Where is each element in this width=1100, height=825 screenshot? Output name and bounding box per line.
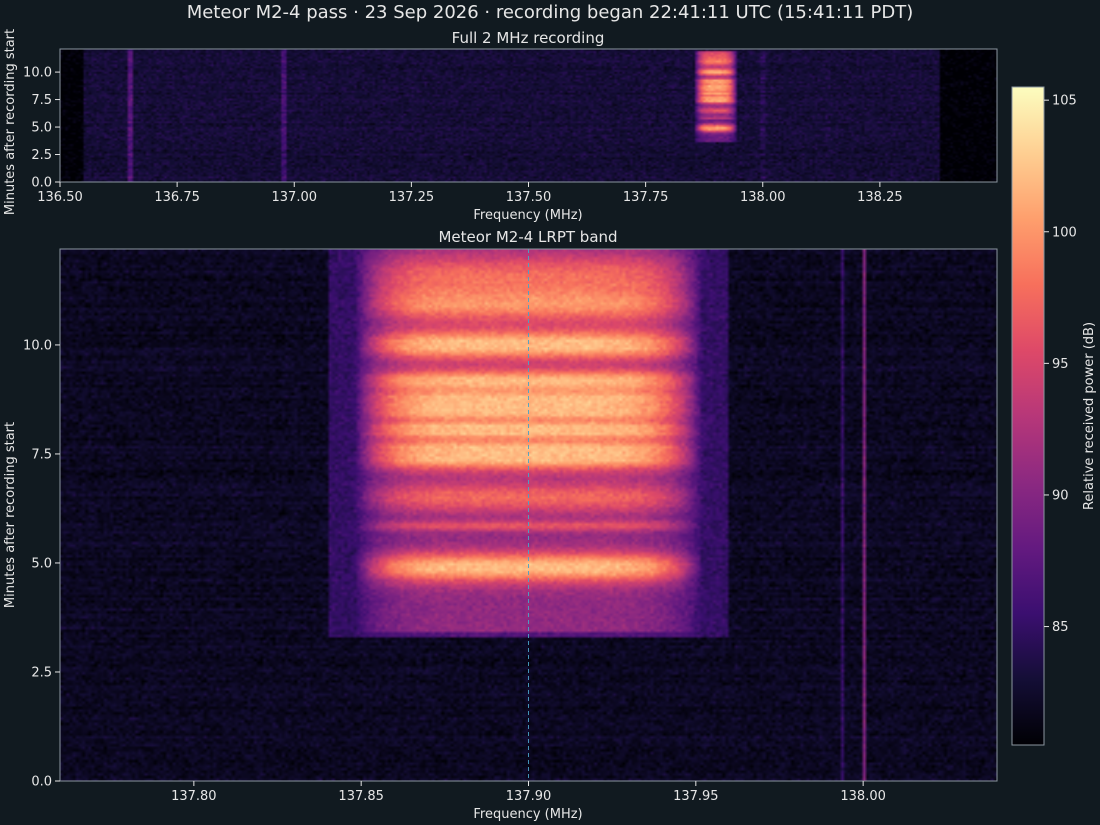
- figure-title: Meteor M2-4 pass · 23 Sep 2026 · recordi…: [187, 2, 914, 23]
- top-xtick-label: 137.25: [389, 190, 435, 205]
- bottom-y-axis-label: Minutes after recording start: [3, 422, 18, 608]
- top-y-axis-ticks: 0.0 2.5 5.0 7.5 10.0: [23, 66, 60, 191]
- top-xtick-label: 137.50: [506, 190, 552, 205]
- top-plot-title: Full 2 MHz recording: [452, 29, 605, 47]
- colorbar-gradient: [1012, 87, 1044, 745]
- top-heatmap-image: [60, 49, 997, 182]
- top-spectrogram: [59, 48, 998, 183]
- colorbar-label: Relative received power (dB): [1082, 322, 1097, 510]
- colorbar-tick-label: 90: [1052, 488, 1069, 503]
- bot-xtick-label: 137.80: [171, 789, 217, 804]
- top-xtick-label: 136.50: [37, 190, 83, 205]
- top-xtick-label: 138.00: [740, 190, 786, 205]
- bot-ytick-label: 2.5: [31, 665, 52, 680]
- bottom-spectrogram: [59, 248, 998, 782]
- bot-ytick-label: 10.0: [23, 338, 52, 353]
- top-xtick-label: 137.75: [623, 190, 669, 205]
- top-xtick-label: 137.00: [272, 190, 318, 205]
- colorbar-tick-label: 95: [1052, 357, 1069, 372]
- top-x-axis-label: Frequency (MHz): [473, 208, 582, 223]
- bot-xtick-label: 137.85: [338, 789, 384, 804]
- bottom-y-axis-ticks: 0.0 2.5 5.0 7.5 10.0: [23, 338, 60, 790]
- bot-ytick-label: 7.5: [31, 447, 52, 462]
- top-xtick-label: 136.75: [154, 190, 200, 205]
- colorbar-tick-label: 105: [1052, 94, 1077, 109]
- colorbar-ticks: 85 90 95 100 105: [1044, 94, 1077, 635]
- bot-xtick-label: 137.95: [673, 789, 719, 804]
- top-ytick-label: 0.0: [31, 176, 52, 191]
- top-x-axis-ticks: 136.50 136.75 137.00 137.25 137.50 137.75 138.…: [37, 182, 903, 205]
- bot-ytick-label: 0.0: [31, 775, 52, 790]
- bot-xtick-label: 137.90: [506, 789, 552, 804]
- bot-xtick-label: 138.00: [840, 789, 886, 804]
- figure: Meteor M2-4 pass · 23 Sep 2026 · recordi…: [3, 2, 1097, 822]
- top-ytick-label: 2.5: [31, 148, 52, 163]
- top-ytick-label: 10.0: [23, 66, 52, 81]
- bottom-plot-title: Meteor M2-4 LRPT band: [438, 228, 617, 246]
- top-ytick-label: 5.0: [31, 121, 52, 136]
- top-xtick-label: 138.25: [857, 190, 903, 205]
- top-y-axis-label: Minutes after recording start: [3, 29, 18, 215]
- bottom-x-axis-label: Frequency (MHz): [473, 807, 582, 822]
- bottom-x-axis-ticks: 137.80 137.85 137.90 137.95 138.00: [171, 781, 886, 804]
- colorbar-tick-label: 100: [1052, 225, 1077, 240]
- colorbar-tick-label: 85: [1052, 620, 1069, 635]
- top-ytick-label: 7.5: [31, 93, 52, 108]
- bot-ytick-label: 5.0: [31, 556, 52, 571]
